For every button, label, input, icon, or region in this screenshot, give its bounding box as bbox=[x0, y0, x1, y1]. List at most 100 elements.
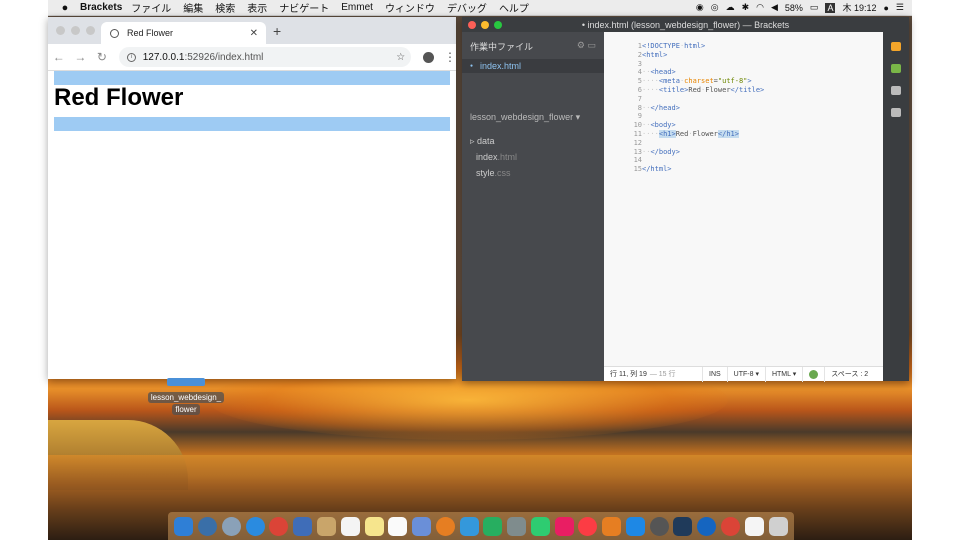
notes-icon[interactable] bbox=[364, 516, 384, 536]
more-menu-icon[interactable]: ⋮ bbox=[444, 50, 456, 64]
tree-item-label: index bbox=[476, 152, 498, 162]
input-source[interactable]: A bbox=[825, 2, 836, 13]
trash-icon[interactable] bbox=[768, 516, 788, 536]
maps-icon[interactable] bbox=[412, 516, 432, 536]
language-select[interactable]: HTML ▾ bbox=[766, 366, 804, 382]
volume-icon[interactable]: ◀ bbox=[771, 2, 778, 13]
line-number: 1 bbox=[637, 42, 642, 50]
battery-percent[interactable]: 58% bbox=[785, 3, 803, 13]
bluetooth-icon[interactable]: ✱ bbox=[742, 2, 750, 13]
zoom-window-icon[interactable] bbox=[494, 21, 502, 29]
project-dropdown[interactable]: lesson_webdesign_flower ▾ bbox=[470, 112, 580, 123]
close-tab-icon[interactable]: ✕ bbox=[250, 28, 258, 39]
menu-navigate[interactable]: ナビゲート bbox=[279, 0, 329, 15]
checkmark-icon bbox=[809, 369, 819, 379]
line-number: 2 bbox=[637, 50, 642, 59]
menu-emmet[interactable]: Emmet bbox=[341, 2, 373, 13]
menu-file[interactable]: ファイル bbox=[131, 0, 171, 15]
siri-icon[interactable] bbox=[198, 516, 218, 536]
brackets-icon[interactable] bbox=[673, 516, 693, 536]
wifi-icon[interactable]: ◠ bbox=[756, 2, 764, 13]
insert-mode[interactable]: INS bbox=[703, 366, 728, 382]
facetime-icon[interactable] bbox=[483, 516, 503, 536]
folder-label-line1: lesson_webdesign_ bbox=[147, 392, 225, 403]
line-number: 14 bbox=[633, 156, 642, 165]
code-editor[interactable]: 1 2 3 4 5 6 7 8 9 10 11 12 13 14 15 <!DO… bbox=[604, 32, 883, 366]
quicktime-icon[interactable] bbox=[697, 516, 717, 536]
menu-help[interactable]: ヘルプ bbox=[499, 0, 529, 15]
tree-item-label: ▹ data bbox=[470, 136, 495, 146]
bookmark-star-icon[interactable]: ☆ bbox=[396, 52, 405, 63]
minimize-window-icon[interactable] bbox=[481, 21, 489, 29]
live-preview-icon[interactable] bbox=[891, 42, 901, 51]
tree-item-index[interactable]: index.html bbox=[470, 149, 517, 165]
extension-manager-icon[interactable] bbox=[891, 64, 901, 73]
menu-edit[interactable]: 編集 bbox=[183, 0, 203, 15]
line-number: 3 bbox=[637, 59, 642, 68]
tree-item-style[interactable]: style.css bbox=[470, 165, 517, 181]
reload-icon[interactable]: ↻ bbox=[91, 50, 113, 64]
safari-icon[interactable] bbox=[245, 516, 265, 536]
minimize-window-icon[interactable] bbox=[71, 26, 80, 35]
menu-view[interactable]: 表示 bbox=[247, 0, 267, 15]
close-window-icon[interactable] bbox=[56, 26, 65, 35]
chrome-canary-icon[interactable] bbox=[720, 516, 740, 536]
battery-icon[interactable]: ▭ bbox=[810, 2, 819, 13]
sidebar-settings-icons[interactable]: ⚙ ▭ bbox=[577, 40, 596, 51]
account-icon[interactable] bbox=[423, 51, 434, 63]
tree-item-data[interactable]: ▹ data bbox=[470, 133, 517, 149]
folder-icon bbox=[167, 378, 205, 386]
zoom-window-icon[interactable] bbox=[86, 26, 95, 35]
cloud-icon[interactable]: ☁ bbox=[726, 2, 735, 13]
address-bar[interactable]: i 127.0.0.1:52926/index.html ☆ bbox=[118, 47, 412, 67]
messages-icon[interactable] bbox=[459, 516, 479, 536]
desktop-folder[interactable]: lesson_webdesign_ flower bbox=[140, 378, 232, 416]
launchpad-icon[interactable] bbox=[221, 516, 241, 536]
magic-wand-icon[interactable] bbox=[891, 86, 901, 95]
footer-highlight-bar bbox=[54, 117, 450, 131]
siri-icon[interactable]: ● bbox=[883, 3, 888, 13]
tab-red-flower[interactable]: Red Flower ✕ bbox=[101, 22, 266, 44]
finder-icon[interactable] bbox=[174, 516, 194, 536]
info-icon[interactable]: i bbox=[126, 52, 136, 62]
file-copy-icon[interactable] bbox=[891, 108, 901, 117]
close-window-icon[interactable] bbox=[468, 21, 476, 29]
pages-icon[interactable] bbox=[507, 516, 527, 536]
contacts-icon[interactable] bbox=[316, 516, 336, 536]
indent-setting[interactable]: スペース : 2 bbox=[825, 367, 874, 382]
line-number: 4 bbox=[637, 68, 642, 77]
forward-icon[interactable]: → bbox=[70, 50, 92, 64]
dock bbox=[168, 512, 794, 540]
preview-icon[interactable] bbox=[293, 516, 313, 536]
reminders-icon[interactable] bbox=[388, 516, 408, 536]
system-preferences-icon[interactable] bbox=[649, 516, 669, 536]
keynote-icon[interactable] bbox=[554, 516, 574, 536]
app-store-icon[interactable] bbox=[625, 516, 645, 536]
brackets-sidebar: 作業中ファイル ⚙ ▭ index.html lesson_webdesign_… bbox=[462, 32, 604, 381]
menu-window[interactable]: ウィンドウ bbox=[385, 0, 435, 15]
tree-item-ext: .html bbox=[497, 152, 518, 162]
document-icon[interactable] bbox=[744, 516, 764, 536]
code-content: <!DOCTYPE·html> <html> ··<head> ····<met… bbox=[642, 42, 765, 174]
cursor-position[interactable]: 行 11, 列 19— 15 行 bbox=[604, 366, 703, 382]
menu-find[interactable]: 検索 bbox=[215, 0, 235, 15]
working-file-item[interactable]: index.html bbox=[462, 59, 604, 73]
menu-debug[interactable]: デバッグ bbox=[447, 0, 487, 15]
linter-status[interactable] bbox=[803, 366, 826, 382]
encoding-select[interactable]: UTF-8 ▾ bbox=[728, 366, 766, 382]
apple-icon[interactable]: ● bbox=[58, 2, 72, 14]
back-icon[interactable]: ← bbox=[48, 50, 70, 64]
photos-icon[interactable] bbox=[435, 516, 455, 536]
app-menu[interactable]: Brackets bbox=[80, 2, 122, 13]
books-icon[interactable] bbox=[602, 516, 622, 536]
record-icon[interactable]: ◉ bbox=[696, 2, 704, 13]
tree-item-label: style bbox=[476, 168, 495, 178]
new-tab-button[interactable]: + bbox=[273, 23, 281, 39]
chrome-icon[interactable] bbox=[269, 516, 289, 536]
camera-icon[interactable]: ◎ bbox=[711, 2, 719, 13]
numbers-icon[interactable] bbox=[530, 516, 550, 536]
notification-center-icon[interactable]: ☰ bbox=[896, 2, 904, 13]
clock[interactable]: 木 19:12 bbox=[842, 1, 876, 14]
calendar-icon[interactable] bbox=[340, 516, 360, 536]
itunes-icon[interactable] bbox=[578, 516, 598, 536]
